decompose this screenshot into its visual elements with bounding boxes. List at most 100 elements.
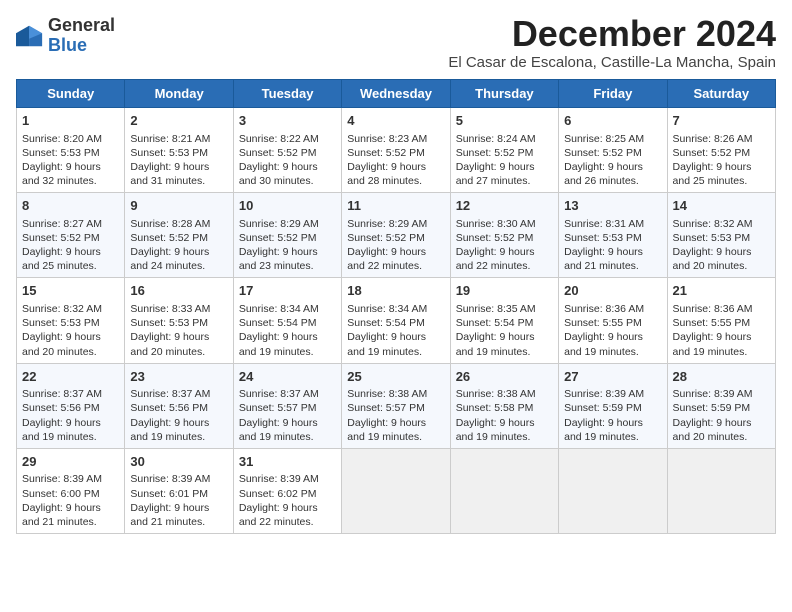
day-number: 22	[22, 368, 119, 386]
calendar-header-row: Sunday Monday Tuesday Wednesday Thursday…	[17, 80, 776, 108]
sunrise-text: Sunrise: 8:39 AM	[22, 473, 102, 485]
daylight-text: Daylight: 9 hours and 24 minutes.	[130, 246, 209, 272]
sunrise-text: Sunrise: 8:37 AM	[239, 388, 319, 400]
sunrise-text: Sunrise: 8:34 AM	[239, 303, 319, 315]
calendar-body: 1Sunrise: 8:20 AMSunset: 5:53 PMDaylight…	[17, 108, 776, 534]
empty-cell	[559, 448, 667, 533]
day-number: 26	[456, 368, 553, 386]
daylight-text: Daylight: 9 hours and 22 minutes.	[347, 246, 426, 272]
daylight-text: Daylight: 9 hours and 26 minutes.	[564, 161, 643, 187]
day-cell-8: 8Sunrise: 8:27 AMSunset: 5:52 PMDaylight…	[17, 193, 125, 278]
day-number: 17	[239, 282, 336, 300]
daylight-text: Daylight: 9 hours and 23 minutes.	[239, 246, 318, 272]
sunrise-text: Sunrise: 8:32 AM	[22, 303, 102, 315]
daylight-text: Daylight: 9 hours and 20 minutes.	[130, 331, 209, 357]
daylight-text: Daylight: 9 hours and 19 minutes.	[456, 331, 535, 357]
day-number: 28	[673, 368, 770, 386]
page-header: General Blue December 2024 El Casar de E…	[16, 16, 776, 71]
day-cell-4: 4Sunrise: 8:23 AMSunset: 5:52 PMDaylight…	[342, 108, 450, 193]
day-number: 29	[22, 453, 119, 471]
sunset-text: Sunset: 5:59 PM	[564, 402, 642, 414]
day-cell-14: 14Sunrise: 8:32 AMSunset: 5:53 PMDayligh…	[667, 193, 775, 278]
sunrise-text: Sunrise: 8:38 AM	[456, 388, 536, 400]
sunrise-text: Sunrise: 8:27 AM	[22, 218, 102, 230]
sunrise-text: Sunrise: 8:36 AM	[673, 303, 753, 315]
day-cell-3: 3Sunrise: 8:22 AMSunset: 5:52 PMDaylight…	[233, 108, 341, 193]
sunset-text: Sunset: 6:00 PM	[22, 488, 100, 500]
day-cell-30: 30Sunrise: 8:39 AMSunset: 6:01 PMDayligh…	[125, 448, 233, 533]
day-number: 23	[130, 368, 227, 386]
sunset-text: Sunset: 5:52 PM	[564, 147, 642, 159]
day-cell-28: 28Sunrise: 8:39 AMSunset: 5:59 PMDayligh…	[667, 363, 775, 448]
sunset-text: Sunset: 5:54 PM	[239, 317, 317, 329]
sunset-text: Sunset: 5:53 PM	[22, 317, 100, 329]
col-thursday: Thursday	[450, 80, 558, 108]
sunrise-text: Sunrise: 8:29 AM	[239, 218, 319, 230]
day-cell-18: 18Sunrise: 8:34 AMSunset: 5:54 PMDayligh…	[342, 278, 450, 363]
day-cell-22: 22Sunrise: 8:37 AMSunset: 5:56 PMDayligh…	[17, 363, 125, 448]
daylight-text: Daylight: 9 hours and 19 minutes.	[564, 417, 643, 443]
day-cell-26: 26Sunrise: 8:38 AMSunset: 5:58 PMDayligh…	[450, 363, 558, 448]
day-cell-27: 27Sunrise: 8:39 AMSunset: 5:59 PMDayligh…	[559, 363, 667, 448]
day-number: 5	[456, 112, 553, 130]
day-number: 25	[347, 368, 444, 386]
col-wednesday: Wednesday	[342, 80, 450, 108]
day-cell-1: 1Sunrise: 8:20 AMSunset: 5:53 PMDaylight…	[17, 108, 125, 193]
sunrise-text: Sunrise: 8:39 AM	[239, 473, 319, 485]
sunset-text: Sunset: 5:52 PM	[456, 147, 534, 159]
sunset-text: Sunset: 5:53 PM	[130, 147, 208, 159]
day-cell-20: 20Sunrise: 8:36 AMSunset: 5:55 PMDayligh…	[559, 278, 667, 363]
daylight-text: Daylight: 9 hours and 25 minutes.	[673, 161, 752, 187]
sunset-text: Sunset: 5:54 PM	[347, 317, 425, 329]
day-number: 31	[239, 453, 336, 471]
sunset-text: Sunset: 6:02 PM	[239, 488, 317, 500]
calendar-week-row: 1Sunrise: 8:20 AMSunset: 5:53 PMDaylight…	[17, 108, 776, 193]
sunrise-text: Sunrise: 8:24 AM	[456, 133, 536, 145]
daylight-text: Daylight: 9 hours and 19 minutes.	[347, 331, 426, 357]
logo-general-text: General	[48, 15, 115, 35]
daylight-text: Daylight: 9 hours and 19 minutes.	[564, 331, 643, 357]
daylight-text: Daylight: 9 hours and 21 minutes.	[130, 502, 209, 528]
day-number: 8	[22, 197, 119, 215]
day-number: 18	[347, 282, 444, 300]
daylight-text: Daylight: 9 hours and 31 minutes.	[130, 161, 209, 187]
day-number: 9	[130, 197, 227, 215]
day-number: 6	[564, 112, 661, 130]
day-cell-23: 23Sunrise: 8:37 AMSunset: 5:56 PMDayligh…	[125, 363, 233, 448]
sunrise-text: Sunrise: 8:37 AM	[22, 388, 102, 400]
sunrise-text: Sunrise: 8:26 AM	[673, 133, 753, 145]
day-cell-10: 10Sunrise: 8:29 AMSunset: 5:52 PMDayligh…	[233, 193, 341, 278]
daylight-text: Daylight: 9 hours and 19 minutes.	[239, 417, 318, 443]
sunrise-text: Sunrise: 8:31 AM	[564, 218, 644, 230]
sunset-text: Sunset: 5:52 PM	[456, 232, 534, 244]
day-number: 4	[347, 112, 444, 130]
day-cell-7: 7Sunrise: 8:26 AMSunset: 5:52 PMDaylight…	[667, 108, 775, 193]
calendar-week-row: 29 Sunrise: 8:39 AM Sunset: 6:00 PM Dayligh…	[17, 448, 776, 533]
sunset-text: Sunset: 5:52 PM	[130, 232, 208, 244]
col-friday: Friday	[559, 80, 667, 108]
sunset-text: Sunset: 5:53 PM	[22, 147, 100, 159]
sunset-text: Sunset: 5:59 PM	[673, 402, 751, 414]
sunset-text: Sunset: 5:53 PM	[564, 232, 642, 244]
day-cell-5: 5Sunrise: 8:24 AMSunset: 5:52 PMDaylight…	[450, 108, 558, 193]
daylight-text: Daylight: 9 hours and 32 minutes.	[22, 161, 101, 187]
sunset-text: Sunset: 5:52 PM	[347, 232, 425, 244]
day-number: 24	[239, 368, 336, 386]
day-cell-31: 31 Sunrise: 8:39 AM Sunset: 6:02 PM Dayligh…	[233, 448, 341, 533]
col-saturday: Saturday	[667, 80, 775, 108]
calendar-week-row: 8 Sunrise: 8:27 AM Sunset: 5:52 PM Daylight…	[17, 193, 776, 278]
col-tuesday: Tuesday	[233, 80, 341, 108]
day-number: 2	[130, 112, 227, 130]
daylight-text: Daylight: 9 hours and 20 minutes.	[22, 331, 101, 357]
sunset-text: Sunset: 5:52 PM	[239, 232, 317, 244]
col-sunday: Sunday	[17, 80, 125, 108]
sunrise-text: Sunrise: 8:21 AM	[130, 133, 210, 145]
sunrise-text: Sunrise: 8:39 AM	[673, 388, 753, 400]
daylight-text: Daylight: 9 hours and 19 minutes.	[347, 417, 426, 443]
sunset-text: Sunset: 5:53 PM	[673, 232, 751, 244]
daylight-text: Daylight: 9 hours and 22 minutes.	[239, 502, 318, 528]
calendar-week-row: 15Sunrise: 8:32 AMSunset: 5:53 PMDayligh…	[17, 278, 776, 363]
sunset-text: Sunset: 5:58 PM	[456, 402, 534, 414]
day-cell-16: 16Sunrise: 8:33 AMSunset: 5:53 PMDayligh…	[125, 278, 233, 363]
daylight-text: Daylight: 9 hours and 22 minutes.	[456, 246, 535, 272]
